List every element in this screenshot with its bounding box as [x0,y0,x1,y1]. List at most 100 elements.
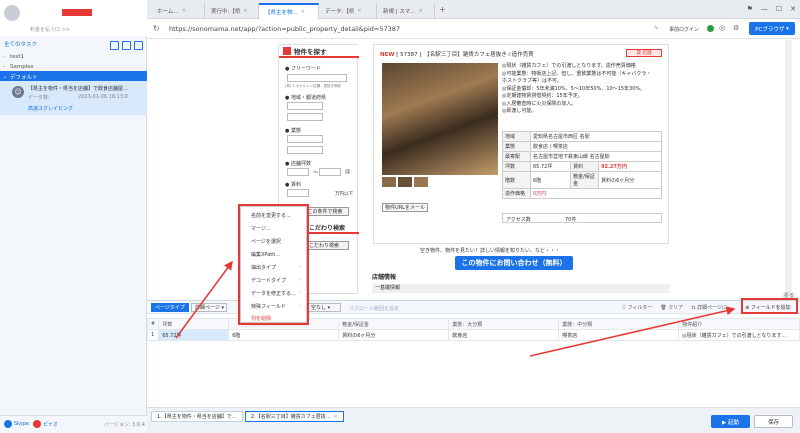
free-word-input[interactable] [287,74,347,82]
cookie-icon[interactable]: ◎ [719,24,725,32]
search-icon [283,46,291,55]
task-tabs-bar: 1.【県主を物件・県当を店舗】で... 2.【名駅三丁目】雑貨カフェ居抜... ×… [147,407,800,433]
tab-new[interactable]: 新規 | スマ... × [377,3,435,19]
table-row: 造作価格 0万円 [502,188,662,199]
inquiry-text: 空き物件、物件を見たい！詳しい情報を知りたい、など・・・ [420,248,561,254]
tab-data[interactable]: データ:【県 × [319,3,377,19]
pc-browser-select[interactable]: PCブラウザ ▾ [749,22,795,35]
property-description: ◎現状（雑貨カフェ）での引渡しとなります。造作売買価格 ◎可能業態：物販店上記、… [502,63,652,114]
rent-input[interactable] [287,189,309,197]
close-icon[interactable]: × [301,9,305,15]
city-select[interactable] [287,113,323,121]
close-icon[interactable]: × [182,8,186,14]
avatar[interactable] [4,5,20,21]
tab-running[interactable]: 実行中:【県 × [205,3,259,19]
column-header[interactable]: 物件紹介 [678,318,800,330]
tab-current[interactable]: 【県主を物... × [259,3,319,19]
page-type-select[interactable]: 詳細ページ ▾ [191,303,227,312]
new-task-icon[interactable] [110,41,119,50]
tab-bar: ホーム... × 実行中:【県 × 【県主を物... × データ:【県 × 新規 | ス… [147,0,800,19]
version-label: バージョン: 3.6.4 [104,422,145,428]
close-icon[interactable]: × [418,8,422,14]
main-photo[interactable] [382,63,498,175]
clear-button[interactable]: 🗑 クリア [660,304,683,311]
photo-thumb[interactable] [398,177,412,187]
pin-icon[interactable]: ⚑ [747,5,753,13]
table-cell-selected[interactable]: 65.72坪 [158,329,230,341]
run-button[interactable]: ▶ 起動 [711,415,750,428]
task-item[interactable]: ☺ 【県主を物件・県当を店舗】で飲食店舗屋... データ数: 2023-01-0… [0,81,147,115]
pre-login-button[interactable]: 事前ログイン [669,26,699,33]
weibo-icon[interactable] [33,420,41,428]
property-info-table: 地域 愛知県名古屋市西区 名駅 業態 飲食店 / 喫茶店 最寄駅 名古屋市営地下鉄東山… [502,131,662,199]
minimize-icon[interactable]: — [761,5,768,13]
tsubo-label: 坪 [345,170,351,176]
window-controls: ⚑ — ☐ ✕ [747,5,796,13]
sidebar: 料金を払う口 >> 全てのタスク › test1 › Samples ⌄ デフォ… [0,0,147,433]
region-select[interactable] [287,102,323,110]
industry-sub-select[interactable] [287,146,323,154]
property-title: NEW [ 57387 ] 【名駅三丁目】雑貨カフェ居抜き☆造作売買 [380,52,534,58]
maximize-icon[interactable]: ☐ [776,5,782,13]
photo-thumb[interactable] [414,177,428,187]
page-scrollbar[interactable] [785,40,792,295]
close-icon[interactable]: × [357,8,361,14]
area-min-input[interactable] [287,168,309,176]
empty-filter-select[interactable]: 空なし ▾ [307,303,341,312]
store-info-heading: 店舗情報 [372,274,397,281]
url-input[interactable]: https://sonomama.net/app/?action=public_… [169,25,400,33]
industry-select[interactable] [287,135,323,143]
column-header[interactable]: 業態：大分類 [448,318,560,330]
column-header[interactable]: 敷金/保証金 [338,318,450,330]
skype-icon[interactable] [4,420,12,428]
industry-label: ● 業態 [285,128,301,134]
close-icon[interactable]: × [243,8,247,14]
skype-link[interactable]: Skype [14,421,29,427]
weibo-link[interactable]: ピナオ [43,421,58,428]
column-header[interactable]: 業態：中分類 [558,318,680,330]
table-row: 地域 愛知県名古屋市西区 名駅 [502,131,662,142]
tilde-label: 〜 [313,170,319,176]
detail-page-button[interactable]: ⇆ 詳細ページに [691,304,727,311]
reload-icon[interactable]: ↻ [153,24,160,33]
property-type-badge: 貸 店舗 [626,49,662,57]
url-bar: ↻ https://sonomama.net/app/?action=publi… [147,19,800,39]
upgrade-link[interactable]: 料金を払う口 >> [30,26,70,33]
chevron-right-icon: › [3,63,5,70]
area-max-input[interactable] [319,168,341,176]
username-redacted [62,9,92,16]
free-word-label: ● フリーワード [285,66,321,72]
photo-thumb[interactable] [382,177,396,187]
settings-icon[interactable]: ⚙ [733,24,739,32]
save-button[interactable]: 保存 [754,415,793,428]
task-tab-2[interactable]: 2.【名駅三丁目】雑貨カフェ居抜... × [245,411,344,422]
close-window-icon[interactable]: ✕ [790,5,796,13]
property-detail: NEW [ 57387 ] 【名駅三丁目】雑貨カフェ居抜き☆造作売買 貸 店舗 … [373,44,669,244]
new-tab-icon[interactable]: + [439,5,446,14]
url-mail-button[interactable]: 物件URLをメール [382,203,428,212]
scroll-range-button[interactable]: スクロール範囲を設定 [349,305,399,312]
robot-icon: ☺ [12,86,24,98]
tab-home[interactable]: ホーム... × [151,3,205,19]
data-tools: ▽ フィルター 🗑 クリア ⇆ 詳細ページに [622,304,727,311]
table-row: 階数 6階 敷金/保証金 賃料の6ヶ月分 [502,171,662,189]
close-icon[interactable]: × [334,414,338,420]
table-row: 業態 飲食店 / 喫茶店 [502,141,662,152]
column-header[interactable]: 坪数 [158,318,230,330]
highlight-box [741,298,798,314]
search-panel-title: 物件を探す [279,45,359,58]
rent-unit-label: 万円以下 [335,192,353,197]
access-count-row: アクセス数 70件 [502,213,662,223]
import-icon[interactable] [122,41,131,50]
sidebar-header: 料金を払う口 >> [0,0,147,36]
task-tab-1[interactable]: 1.【県主を物件・県当を店舗】で... [151,411,243,422]
edit-icon[interactable]: ✎ [654,25,659,32]
area-label: ● 店舗坪数 [285,161,311,167]
filter-button[interactable]: ▽ フィルター [622,304,652,311]
free-word-hint: (例) 1.スケルトン店舗、居抜き物件 [285,84,342,88]
task-data-count: データ数: [28,95,50,101]
new-folder-icon[interactable] [134,41,143,50]
inquiry-button[interactable]: この物件にお問い合わせ（無料） [455,256,573,270]
basic-info-heading: 一基礎情報 [372,284,670,293]
task-mode: 高速スクレイピング [28,106,74,112]
